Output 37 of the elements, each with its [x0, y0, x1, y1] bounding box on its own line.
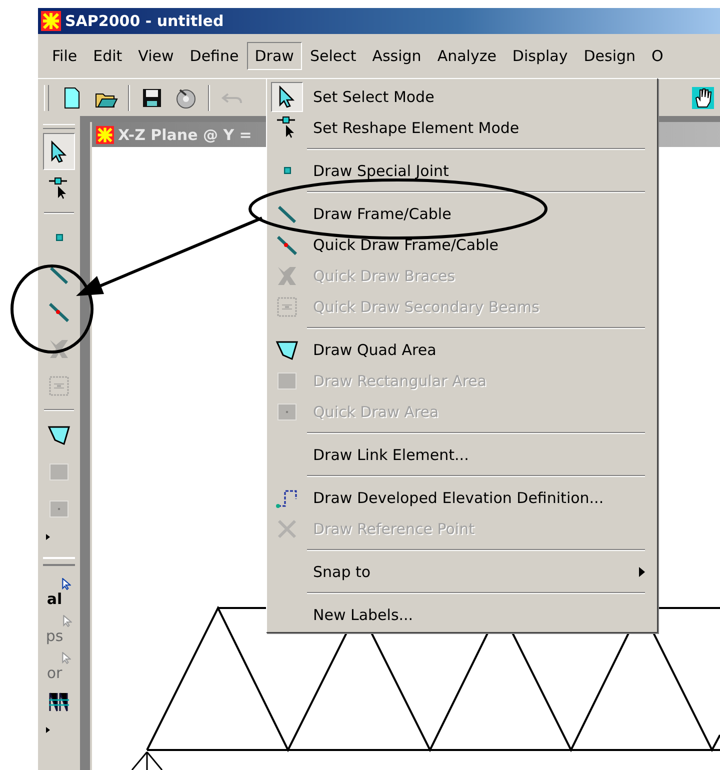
- menu-bar-item[interactable]: Analyze: [429, 42, 504, 70]
- menu-item[interactable]: Draw Link Element...: [267, 439, 657, 470]
- menu-item[interactable]: Draw Developed Elevation Definition...: [267, 482, 657, 513]
- menu-item[interactable]: Set Reshape Element Mode: [267, 112, 657, 143]
- menu-item[interactable]: Set Select Mode: [267, 81, 657, 112]
- submenu-arrow-icon: [639, 566, 645, 576]
- menu-bar-item[interactable]: Display: [504, 42, 576, 70]
- pan-hand-icon: [691, 86, 715, 110]
- menu-bar-item[interactable]: Edit: [85, 42, 130, 70]
- overflow-icon[interactable]: [45, 533, 51, 541]
- menu-bar-item[interactable]: Define: [182, 42, 247, 70]
- menu-item[interactable]: Draw Special Joint: [267, 155, 657, 186]
- menu-bar-item[interactable]: View: [130, 42, 182, 70]
- toolbar-grip[interactable]: [44, 84, 49, 110]
- menu-item[interactable]: Quick Draw Frame/Cable: [267, 229, 657, 260]
- cursor-arrow-icon: [62, 652, 72, 664]
- tool-button[interactable]: [43, 133, 75, 170]
- overflow-icon[interactable]: [45, 726, 51, 734]
- app-logo-icon: [96, 126, 114, 144]
- cursor-arrow-icon: [63, 615, 72, 627]
- view-window-title: X-Z Plane @ Y =: [118, 126, 252, 144]
- menu-item[interactable]: Draw Frame/Cable: [267, 198, 657, 229]
- menu-item[interactable]: Draw Quad Area: [267, 334, 657, 365]
- menu-item[interactable]: New Labels...: [267, 599, 657, 630]
- tool-button[interactable]: al: [43, 572, 75, 609]
- menu-bar-item[interactable]: O: [644, 42, 672, 70]
- window-title: SAP2000 - untitled: [65, 12, 224, 30]
- menu-bar-item[interactable]: Select: [302, 42, 364, 70]
- menu-item[interactable]: Snap to: [267, 556, 657, 587]
- cursor-arrow-icon: [62, 578, 72, 590]
- menu-bar-item[interactable]: Assign: [364, 42, 430, 70]
- beams-icon: [47, 374, 71, 398]
- menu-bar-item[interactable]: Draw: [246, 42, 302, 70]
- menu-bar-item[interactable]: Design: [576, 42, 644, 70]
- beams-icon: [275, 294, 299, 318]
- app-logo-icon: [41, 11, 61, 31]
- menu-bar-item[interactable]: File: [44, 42, 86, 70]
